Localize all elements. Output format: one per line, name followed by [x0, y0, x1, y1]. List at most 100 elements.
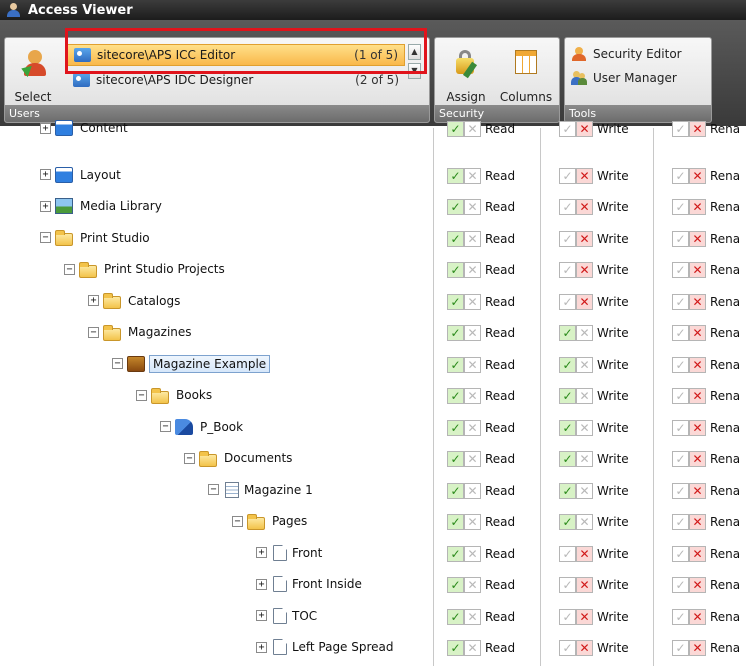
allow-checkbox-icon[interactable]: ✓	[672, 293, 689, 310]
deny-checkbox-icon[interactable]: ✕	[576, 451, 593, 467]
tree-item-label[interactable]: Print Studio	[77, 230, 153, 246]
deny-checkbox-icon[interactable]: ✕	[464, 514, 481, 530]
tree-item-label[interactable]: Left Page Spread	[289, 639, 397, 655]
allow-checkbox-icon[interactable]: ✓	[447, 167, 464, 184]
deny-checkbox-icon[interactable]: ✕	[576, 199, 593, 215]
assign-button[interactable]: Assign	[439, 44, 493, 104]
allow-checkbox-icon[interactable]: ✓	[559, 230, 576, 247]
deny-checkbox-icon[interactable]: ✕	[576, 419, 593, 436]
allow-checkbox-icon[interactable]: ✓	[447, 482, 464, 499]
tree-item-label[interactable]: Front Inside	[289, 576, 365, 592]
allow-checkbox-icon[interactable]: ✓	[559, 121, 576, 137]
allow-checkbox-icon[interactable]: ✓	[447, 640, 464, 656]
tree-item-label[interactable]: Print Studio Projects	[101, 261, 228, 277]
tree-item-label[interactable]: Media Library	[77, 198, 165, 214]
deny-checkbox-icon[interactable]: ✕	[576, 230, 593, 247]
tree-row[interactable]: + Layout ✓ ✕ Read ✓ ✕ Write ✓ ✕ Rena	[0, 160, 746, 192]
allow-checkbox-icon[interactable]: ✓	[559, 545, 576, 562]
expand-icon[interactable]: +	[256, 578, 267, 590]
allow-checkbox-icon[interactable]: ✓	[672, 230, 689, 247]
allow-checkbox-icon[interactable]: ✓	[447, 388, 464, 404]
deny-checkbox-icon[interactable]: ✕	[464, 388, 481, 404]
allow-checkbox-icon[interactable]: ✓	[672, 199, 689, 215]
tree-item-label[interactable]: Pages	[269, 513, 310, 529]
tree-row[interactable]: + TOC ✓ ✕ Read ✓ ✕ Write ✓ ✕ Rena	[0, 601, 746, 633]
columns-button[interactable]: Columns	[497, 44, 555, 104]
deny-checkbox-icon[interactable]: ✕	[689, 482, 706, 499]
deny-checkbox-icon[interactable]: ✕	[464, 545, 481, 562]
tree-row[interactable]: + Front Inside ✓ ✕ Read ✓ ✕ Write ✓ ✕ Rena	[0, 569, 746, 601]
tree-item-label[interactable]: Magazine Example	[149, 354, 271, 373]
tree-item-label[interactable]: Front	[289, 545, 325, 561]
allow-checkbox-icon[interactable]: ✓	[672, 388, 689, 404]
deny-checkbox-icon[interactable]: ✕	[576, 121, 593, 137]
deny-checkbox-icon[interactable]: ✕	[464, 167, 481, 184]
allow-checkbox-icon[interactable]: ✓	[447, 608, 464, 625]
allow-checkbox-icon[interactable]: ✓	[447, 514, 464, 530]
deny-checkbox-icon[interactable]: ✕	[576, 356, 593, 373]
allow-checkbox-icon[interactable]: ✓	[559, 325, 576, 341]
tree-row[interactable]: − Books ✓ ✕ Read ✓ ✕ Write ✓ ✕ Rena	[0, 380, 746, 412]
collapse-icon[interactable]: −	[112, 358, 123, 369]
deny-checkbox-icon[interactable]: ✕	[689, 199, 706, 215]
collapse-icon[interactable]: −	[136, 389, 147, 401]
tree-item-label[interactable]: P_Book	[197, 419, 246, 435]
tree-item-label[interactable]: Layout	[77, 167, 124, 183]
deny-checkbox-icon[interactable]: ✕	[689, 545, 706, 562]
deny-checkbox-icon[interactable]: ✕	[464, 325, 481, 341]
deny-checkbox-icon[interactable]: ✕	[689, 167, 706, 184]
deny-checkbox-icon[interactable]: ✕	[689, 419, 706, 436]
collapse-icon[interactable]: −	[232, 515, 243, 527]
allow-checkbox-icon[interactable]: ✓	[447, 451, 464, 467]
deny-checkbox-icon[interactable]: ✕	[576, 262, 593, 278]
user-list-scroller[interactable]: ▲ ▼	[408, 44, 421, 94]
deny-checkbox-icon[interactable]: ✕	[576, 514, 593, 530]
expand-icon[interactable]: +	[40, 200, 51, 212]
allow-checkbox-icon[interactable]: ✓	[672, 514, 689, 530]
allow-checkbox-icon[interactable]: ✓	[559, 262, 576, 278]
allow-checkbox-icon[interactable]: ✓	[672, 640, 689, 656]
deny-checkbox-icon[interactable]: ✕	[576, 545, 593, 562]
deny-checkbox-icon[interactable]: ✕	[576, 640, 593, 656]
allow-checkbox-icon[interactable]: ✓	[559, 608, 576, 625]
allow-checkbox-icon[interactable]: ✓	[559, 577, 576, 593]
deny-checkbox-icon[interactable]: ✕	[464, 199, 481, 215]
tree-row[interactable]: − Print Studio ✓ ✕ Read ✓ ✕ Write ✓ ✕ Rena	[0, 223, 746, 255]
expand-icon[interactable]: +	[40, 169, 51, 180]
deny-checkbox-icon[interactable]: ✕	[689, 121, 706, 137]
allow-checkbox-icon[interactable]: ✓	[672, 167, 689, 184]
security-editor-button[interactable]: Security Editor	[571, 44, 682, 64]
collapse-icon[interactable]: −	[64, 263, 75, 275]
deny-checkbox-icon[interactable]: ✕	[576, 293, 593, 310]
tree-row[interactable]: − Magazine 1 ✓ ✕ Read ✓ ✕ Write ✓ ✕ Rena	[0, 475, 746, 507]
tree-item-label[interactable]: Catalogs	[125, 293, 183, 309]
allow-checkbox-icon[interactable]: ✓	[672, 419, 689, 436]
expand-icon[interactable]: +	[88, 295, 99, 306]
allow-checkbox-icon[interactable]: ✓	[672, 545, 689, 562]
collapse-icon[interactable]: −	[40, 232, 51, 243]
user-item-aps-idc-designer[interactable]: sitecore\APS IDC Designer (2 of 5)	[67, 69, 405, 91]
allow-checkbox-icon[interactable]: ✓	[672, 451, 689, 467]
collapse-icon[interactable]: −	[88, 326, 99, 338]
allow-checkbox-icon[interactable]: ✓	[447, 262, 464, 278]
allow-checkbox-icon[interactable]: ✓	[447, 356, 464, 373]
deny-checkbox-icon[interactable]: ✕	[464, 608, 481, 625]
deny-checkbox-icon[interactable]: ✕	[464, 356, 481, 373]
allow-checkbox-icon[interactable]: ✓	[447, 577, 464, 593]
allow-checkbox-icon[interactable]: ✓	[672, 262, 689, 278]
tree-row[interactable]: + Front ✓ ✕ Read ✓ ✕ Write ✓ ✕ Rena	[0, 538, 746, 570]
tree-row[interactable]: − Magazine Example ✓ ✕ Read ✓ ✕ Write ✓ ✕ Rena	[0, 349, 746, 381]
allow-checkbox-icon[interactable]: ✓	[559, 293, 576, 310]
tree-item-label[interactable]: Magazines	[125, 324, 195, 340]
deny-checkbox-icon[interactable]: ✕	[576, 482, 593, 499]
deny-checkbox-icon[interactable]: ✕	[689, 640, 706, 656]
allow-checkbox-icon[interactable]: ✓	[672, 356, 689, 373]
allow-checkbox-icon[interactable]: ✓	[559, 419, 576, 436]
allow-checkbox-icon[interactable]: ✓	[559, 388, 576, 404]
deny-checkbox-icon[interactable]: ✕	[576, 167, 593, 184]
allow-checkbox-icon[interactable]: ✓	[447, 545, 464, 562]
allow-checkbox-icon[interactable]: ✓	[447, 325, 464, 341]
tree-item-label[interactable]: Magazine 1	[241, 482, 316, 498]
tree-row[interactable]: + Media Library ✓ ✕ Read ✓ ✕ Write ✓ ✕ Rena	[0, 191, 746, 223]
tree-row[interactable]: + Content ✓ ✕ Read ✓ ✕ Write ✓ ✕ Rena	[0, 113, 746, 145]
